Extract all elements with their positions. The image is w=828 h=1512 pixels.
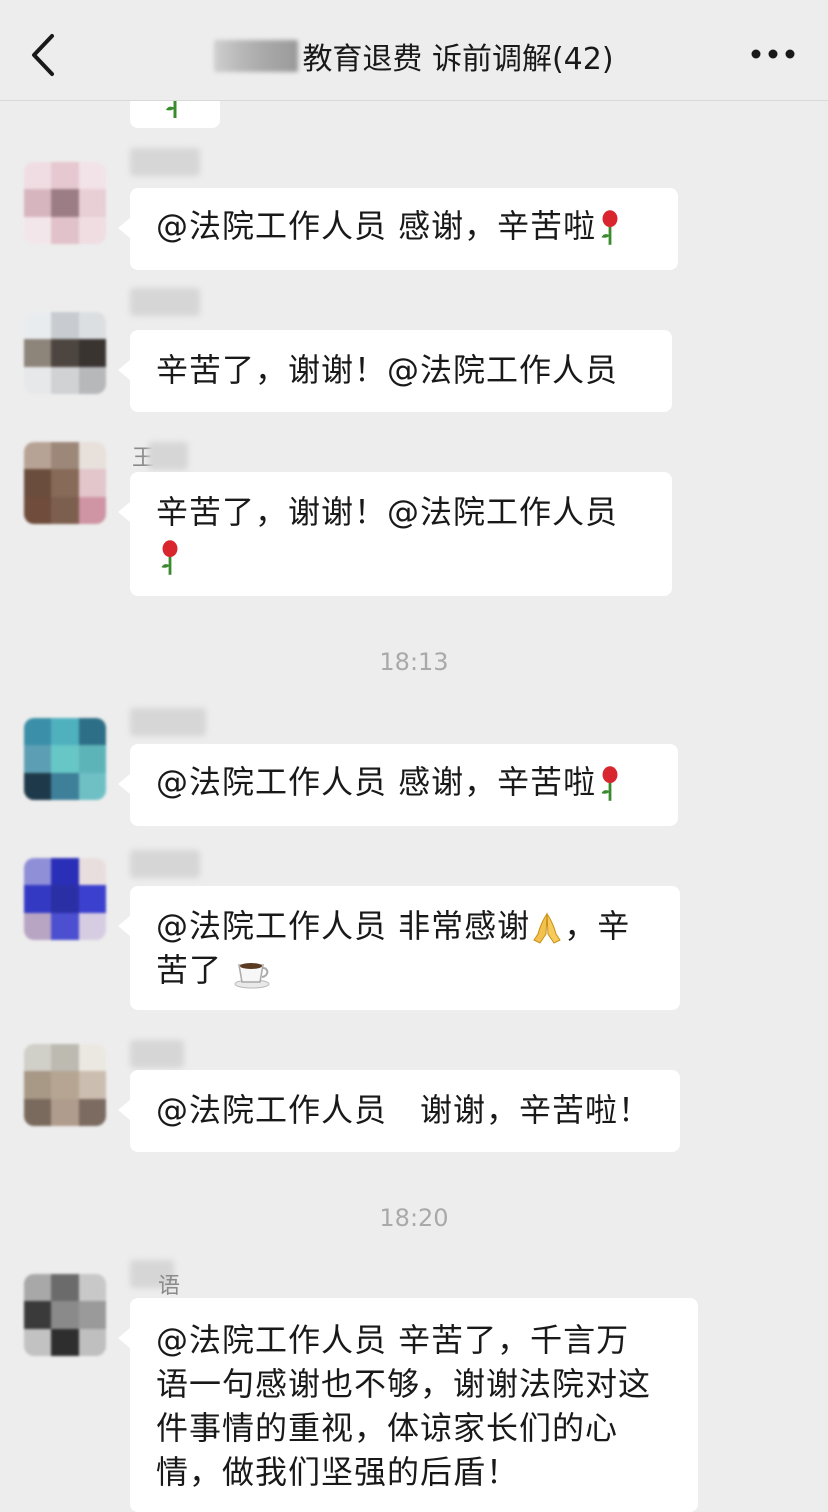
blurred-nickname xyxy=(130,288,200,316)
message-text: 苦了 xyxy=(156,951,223,989)
chat-timestamp: 18:20 xyxy=(379,1204,449,1232)
message-text: @法院工作人员 辛苦了，千言万 xyxy=(156,1321,630,1359)
rose-icon xyxy=(161,540,178,575)
message-text: @法院工作人员 非常感谢 xyxy=(156,907,531,945)
avatar[interactable] xyxy=(24,442,106,524)
back-button[interactable] xyxy=(22,30,66,80)
message-list[interactable]: @法院工作人员 感谢，辛苦啦 辛苦了，谢谢！@法院工作人员 王 辛苦了，谢谢！@… xyxy=(0,100,828,1512)
chat-title: 教育退费 诉前调解(42) xyxy=(302,42,614,77)
message-text: 辛苦了，谢谢！@法院工作人员 xyxy=(156,351,619,389)
avatar[interactable] xyxy=(24,1274,106,1356)
praying-hands-icon xyxy=(533,912,561,944)
chevron-left-icon xyxy=(32,34,54,76)
message-text: 辛苦了，谢谢！@法院工作人员 xyxy=(156,493,619,531)
blurred-nickname xyxy=(130,708,206,736)
more-dots-icon xyxy=(751,49,795,59)
message-bubble[interactable] xyxy=(130,100,220,128)
rose-icon xyxy=(601,766,618,801)
message-bubble[interactable]: @法院工作人员 辛苦了，千言万 语一句感谢也不够，谢谢法院对这 件事情的重视，体… xyxy=(118,1298,698,1512)
message-bubble[interactable]: @法院工作人员 感谢，辛苦啦 xyxy=(118,744,678,826)
chat-timestamp: 18:13 xyxy=(379,648,449,676)
blurred-nickname xyxy=(130,850,200,878)
more-button[interactable] xyxy=(748,34,798,74)
rose-icon xyxy=(601,210,618,245)
avatar[interactable] xyxy=(24,858,106,940)
chat-title-area: 教育退费 诉前调解(42) xyxy=(90,30,738,82)
coffee-icon xyxy=(234,963,270,989)
message-bubble[interactable]: 辛苦了，谢谢！@法院工作人员 xyxy=(118,330,672,412)
chat-header: 教育退费 诉前调解(42) xyxy=(0,0,828,101)
blurred-nickname xyxy=(148,442,188,470)
message-bubble[interactable]: 辛苦了，谢谢！@法院工作人员 xyxy=(118,472,672,596)
message-text: 语一句感谢也不够，谢谢法院对这 xyxy=(156,1365,652,1403)
avatar[interactable] xyxy=(24,162,106,244)
blurred-nickname xyxy=(130,1040,184,1068)
avatar[interactable] xyxy=(24,718,106,800)
message-text: ，辛 xyxy=(564,907,631,945)
message-text: @法院工作人员 感谢，辛苦啦 xyxy=(156,207,597,245)
avatar[interactable] xyxy=(24,312,106,394)
message-text: @法院工作人员 感谢，辛苦啦 xyxy=(156,763,597,801)
blurred-nickname xyxy=(130,148,200,176)
message-bubble[interactable]: @法院工作人员 感谢，辛苦啦 xyxy=(118,188,678,270)
message-bubble[interactable]: @法院工作人员 谢谢，辛苦啦！ xyxy=(118,1070,680,1152)
avatar[interactable] xyxy=(24,1044,106,1126)
rose-icon xyxy=(166,100,177,118)
message-text: 件事情的重视，体谅家长们的心 xyxy=(156,1409,619,1447)
message-text: 情，做我们坚强的后盾！ xyxy=(156,1453,520,1491)
blurred-group-name xyxy=(214,40,299,72)
message-bubble[interactable]: @法院工作人员 非常感谢 ，辛 苦了 xyxy=(118,886,680,1010)
nickname: 语 xyxy=(158,1274,181,1299)
message-text: @法院工作人员 谢谢，辛苦啦！ xyxy=(156,1091,652,1129)
